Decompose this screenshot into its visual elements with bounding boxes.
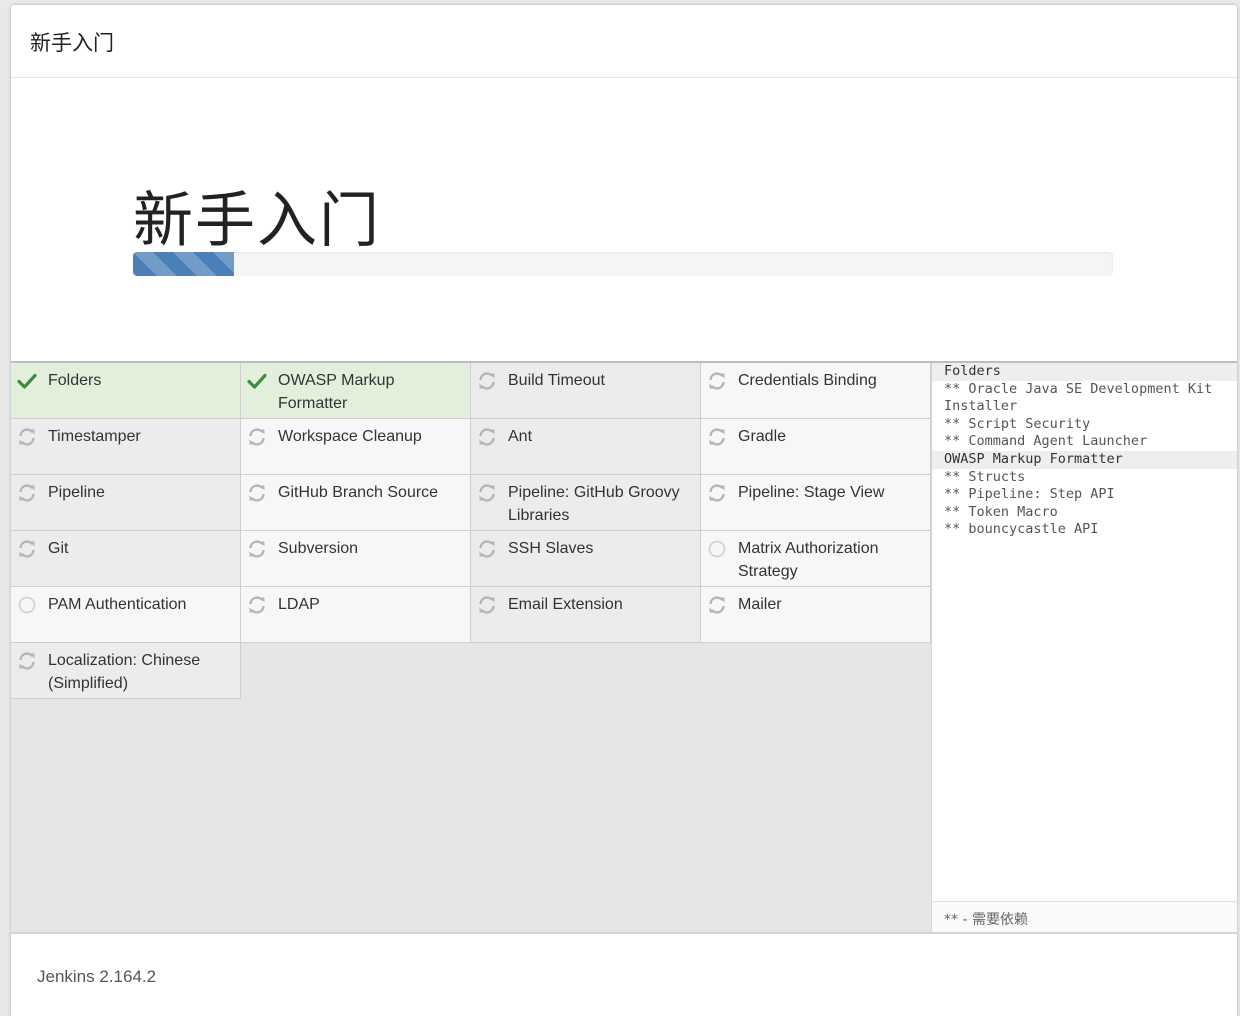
refresh-icon: [707, 595, 727, 615]
circle-icon: [707, 539, 727, 559]
plugin-item: Credentials Binding: [701, 363, 931, 419]
log-dependency-line: ** bouncycastle API: [944, 521, 1099, 538]
refresh-icon: [477, 539, 497, 559]
check-icon: [247, 371, 267, 391]
refresh-icon: [17, 483, 37, 503]
plugin-item: Email Extension: [471, 587, 701, 643]
plugin-label: Credentials Binding: [738, 372, 877, 389]
plugin-item: Build Timeout: [471, 363, 701, 419]
plugin-item: SSH Slaves: [471, 531, 701, 587]
legend-text: ** - 需要依赖: [944, 912, 1028, 928]
refresh-icon: [17, 651, 37, 671]
refresh-icon: [707, 483, 727, 503]
plugin-grid: Folders OWASP Markup Formatter Build Timeo…: [11, 363, 931, 699]
plugin-label: Pipeline: [48, 484, 105, 501]
plugin-item: Gradle: [701, 419, 931, 475]
plugin-item: PAM Authentication: [11, 587, 241, 643]
plugin-item: Pipeline: [11, 475, 241, 531]
plugin-item: Pipeline: GitHub Groovy Libraries: [471, 475, 701, 531]
hero-section: 新手入门: [11, 78, 1237, 361]
plugin-item: Ant: [471, 419, 701, 475]
page-title: 新手入门: [133, 186, 381, 256]
plugin-item: Folders: [11, 363, 241, 419]
log-dependency-line: ** Pipeline: Step API: [944, 486, 1115, 503]
plugin-item: Subversion: [241, 531, 471, 587]
log-plugin-heading: OWASP Markup Formatter: [932, 450, 1237, 469]
plugin-label: OWASP Markup Formatter: [278, 372, 395, 412]
log-dependency-line: ** Script Security: [944, 415, 1091, 432]
plugin-label: Pipeline: Stage View: [738, 484, 885, 501]
jenkins-version: Jenkins 2.164.2: [37, 967, 157, 986]
check-icon: [17, 371, 37, 391]
log-dependency-line: ** Oracle Java SE Development Kit Instal…: [944, 380, 1221, 415]
plugin-item: GitHub Branch Source: [241, 475, 471, 531]
log-dependency-line: ** Token Macro: [944, 503, 1058, 520]
plugin-item: Mailer: [701, 587, 931, 643]
refresh-icon: [477, 595, 497, 615]
refresh-icon: [17, 427, 37, 447]
dependency-legend: ** - 需要依赖: [931, 901, 1237, 933]
log-dependency-line: ** Command Agent Launcher: [944, 433, 1148, 450]
log-plugin-heading: Folders: [932, 363, 1237, 381]
plugin-label: Workspace Cleanup: [278, 428, 422, 445]
plugin-label: Matrix Authorization Strategy: [738, 540, 879, 580]
plugin-label: PAM Authentication: [48, 596, 187, 613]
footer: Jenkins 2.164.2: [11, 932, 1237, 1016]
plugin-label: Gradle: [738, 428, 787, 445]
refresh-icon: [477, 427, 497, 447]
plugin-item: OWASP Markup Formatter: [241, 363, 471, 419]
plugin-label: Pipeline: GitHub Groovy Libraries: [508, 484, 680, 524]
top-bar: 新手入门: [11, 5, 1237, 78]
plugin-item: Localization: Chinese (Simplified): [11, 643, 241, 699]
refresh-icon: [247, 427, 267, 447]
plugin-label: Ant: [508, 428, 533, 445]
plugin-item: Timestamper: [11, 419, 241, 475]
window-title: 新手入门: [30, 31, 114, 55]
log-dependency-line: ** Structs: [944, 468, 1026, 485]
plugin-item: Git: [11, 531, 241, 587]
plugin-label: GitHub Branch Source: [278, 484, 439, 501]
install-log-panel[interactable]: Folders ** Oracle Java SE Development Kit…: [931, 363, 1237, 901]
setup-window: 新手入门 新手入门 Folders OWASP Markup Formatter B…: [11, 5, 1237, 1016]
refresh-icon: [247, 539, 267, 559]
plugin-item: Pipeline: Stage View: [701, 475, 931, 531]
plugin-item: Matrix Authorization Strategy: [701, 531, 931, 587]
plugin-label: Mailer: [738, 596, 782, 613]
plugin-list-panel: Folders OWASP Markup Formatter Build Timeo…: [11, 363, 931, 932]
plugin-label: Timestamper: [48, 428, 141, 445]
refresh-icon: [17, 539, 37, 559]
refresh-icon: [247, 595, 267, 615]
plugin-label: LDAP: [278, 596, 320, 613]
progress-fill: [133, 252, 234, 276]
refresh-icon: [477, 483, 497, 503]
plugin-label: Folders: [48, 372, 102, 389]
refresh-icon: [707, 371, 727, 391]
refresh-icon: [247, 483, 267, 503]
plugin-label: Build Timeout: [508, 372, 605, 389]
refresh-icon: [707, 427, 727, 447]
plugin-label: Subversion: [278, 540, 359, 557]
plugin-item: LDAP: [241, 587, 471, 643]
plugin-label: Localization: Chinese (Simplified): [48, 652, 201, 692]
plugin-label: Git: [48, 540, 69, 557]
plugin-item: Workspace Cleanup: [241, 419, 471, 475]
refresh-icon: [477, 371, 497, 391]
plugin-label: SSH Slaves: [508, 540, 594, 557]
circle-icon: [17, 595, 37, 615]
plugin-label: Email Extension: [508, 596, 623, 613]
install-progress-bar: [133, 252, 1113, 276]
